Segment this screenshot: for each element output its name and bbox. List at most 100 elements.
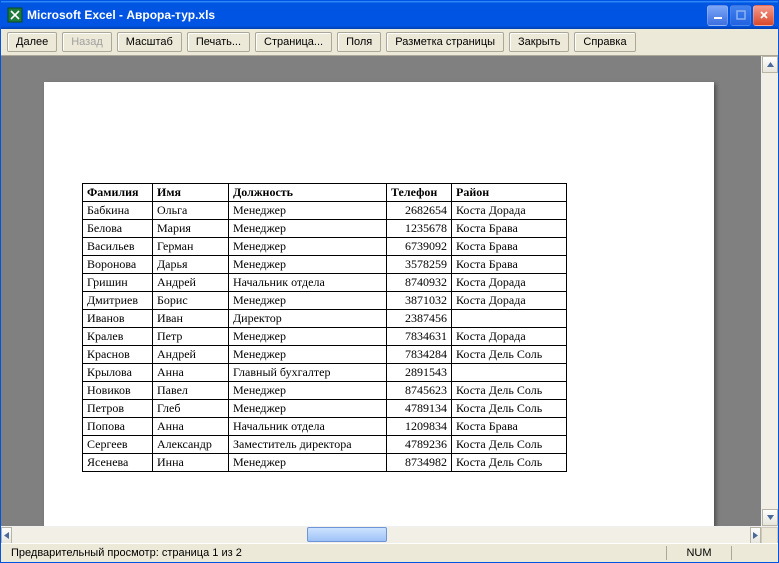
table-row: БабкинаОльгаМенеджер2682654Коста Дорада [83,202,567,220]
excel-icon [7,7,23,23]
table-cell: Коста Дель Соль [452,436,567,454]
scroll-down-button[interactable] [762,509,778,526]
table-cell: Иванов [83,310,153,328]
table-cell: Коста Дель Соль [452,382,567,400]
vscroll-track[interactable] [762,73,778,509]
table-cell: Петр [153,328,229,346]
scroll-right-button[interactable] [750,527,761,544]
table-cell: Менеджер [229,382,387,400]
horizontal-scrollbar[interactable] [1,527,761,543]
table-row: ВороноваДарьяМенеджер3578259Коста Брава [83,256,567,274]
scroll-up-button[interactable] [762,56,778,73]
table-cell: 7834631 [387,328,452,346]
table-cell [452,310,567,328]
table-cell: 4789134 [387,400,452,418]
table-cell: Анна [153,364,229,382]
table-row: КрыловаАннаГлавный бухгалтер2891543 [83,364,567,382]
workarea: ФамилияИмяДолжностьТелефонРайон БабкинаО… [1,56,778,526]
table-row: СергеевАлександрЗаместитель директора478… [83,436,567,454]
table-cell: 1209834 [387,418,452,436]
table-row: ГришинАндрейНачальник отдела8740932Коста… [83,274,567,292]
table-cell: 8745623 [387,382,452,400]
table-cell: Дмитриев [83,292,153,310]
table-cell: Александр [153,436,229,454]
zoom-button[interactable]: Масштаб [117,32,182,52]
column-header: Фамилия [83,184,153,202]
preview-viewport[interactable]: ФамилияИмяДолжностьТелефонРайон БабкинаО… [1,56,761,526]
table-cell: Глеб [153,400,229,418]
minimize-button[interactable] [707,5,728,26]
table-cell: Гришин [83,274,153,292]
table-cell: Ясенева [83,454,153,472]
table-cell: Новиков [83,382,153,400]
table-cell: Менеджер [229,292,387,310]
table-cell: Дарья [153,256,229,274]
scroll-corner [761,527,778,544]
table-cell: Сергеев [83,436,153,454]
table-row: ВасильевГерманМенеджер6739092Коста Брава [83,238,567,256]
table-cell: Мария [153,220,229,238]
table-cell: 8740932 [387,274,452,292]
status-num: NUM [669,547,729,559]
table-cell: Заместитель директора [229,436,387,454]
table-row: НовиковПавелМенеджер8745623Коста Дель Со… [83,382,567,400]
table-cell: Коста Дорада [452,292,567,310]
table-cell: Герман [153,238,229,256]
table-cell: Борис [153,292,229,310]
table-cell: Васильев [83,238,153,256]
hscroll-track[interactable] [12,527,750,543]
print-button[interactable]: Печать... [187,32,250,52]
window-buttons [707,5,774,26]
vertical-scrollbar[interactable] [761,56,778,526]
table-cell: Петров [83,400,153,418]
table-cell: Иван [153,310,229,328]
table-cell: 2682654 [387,202,452,220]
statusbar: Предварительный просмотр: страница 1 из … [1,543,778,562]
table-cell: 2891543 [387,364,452,382]
status-text: Предварительный просмотр: страница 1 из … [5,547,248,559]
table-cell: Кралев [83,328,153,346]
scroll-left-button[interactable] [1,527,12,544]
toolbar: Далее Назад Масштаб Печать... Страница..… [1,29,778,56]
table-cell: Менеджер [229,328,387,346]
page-preview: ФамилияИмяДолжностьТелефонРайон БабкинаО… [44,82,714,526]
next-button[interactable]: Далее [7,32,57,52]
table-cell: Краснов [83,346,153,364]
close-preview-button[interactable]: Закрыть [509,32,569,52]
table-cell: Коста Дорада [452,274,567,292]
table-cell: 8734982 [387,454,452,472]
help-button[interactable]: Справка [574,32,635,52]
table-cell: Павел [153,382,229,400]
margins-button[interactable]: Поля [337,32,381,52]
table-cell: Белова [83,220,153,238]
table-row: ПоповаАннаНачальник отдела1209834Коста Б… [83,418,567,436]
hscroll-row [1,526,778,543]
table-cell [452,364,567,382]
hscroll-thumb[interactable] [307,527,387,542]
table-cell: Андрей [153,274,229,292]
table-cell: Менеджер [229,238,387,256]
table-cell: Коста Дель Соль [452,454,567,472]
table-cell: Менеджер [229,454,387,472]
maximize-button[interactable] [730,5,751,26]
close-button[interactable] [753,5,774,26]
page-setup-button[interactable]: Страница... [255,32,332,52]
table-cell: Коста Брава [452,418,567,436]
data-table: ФамилияИмяДолжностьТелефонРайон БабкинаО… [82,183,567,472]
table-row: ДмитриевБорисМенеджер3871032Коста Дорада [83,292,567,310]
table-cell: Коста Дорада [452,328,567,346]
table-cell: Начальник отдела [229,274,387,292]
table-row: ПетровГлебМенеджер4789134Коста Дель Соль [83,400,567,418]
table-cell: 7834284 [387,346,452,364]
table-cell: Главный бухгалтер [229,364,387,382]
table-cell: Начальник отдела [229,418,387,436]
table-cell: Бабкина [83,202,153,220]
pagebreak-button[interactable]: Разметка страницы [386,32,504,52]
app-window: Microsoft Excel - Аврора-тур.xls Далее Н… [0,0,779,563]
column-header: Должность [229,184,387,202]
table-cell: Коста Дорада [452,202,567,220]
table-cell: Директор [229,310,387,328]
table-cell: Менеджер [229,220,387,238]
table-cell: Менеджер [229,346,387,364]
table-cell: 4789236 [387,436,452,454]
